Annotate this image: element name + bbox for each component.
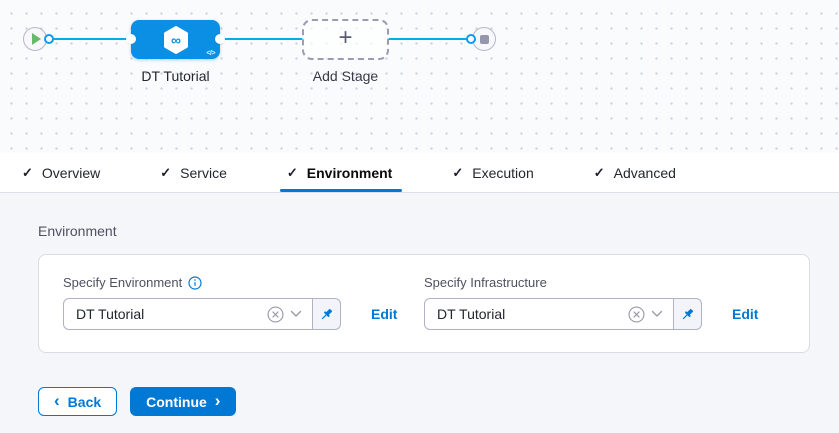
pipeline-canvas: ∞ </> DT Tutorial + Add Stage — [0, 0, 839, 153]
environment-select[interactable]: DT Tutorial — [63, 298, 313, 330]
add-stage-button[interactable]: + — [302, 19, 389, 60]
pin-icon — [319, 307, 334, 322]
environment-tab-panel: Environment Specify Environment DT Tutor… — [0, 193, 839, 433]
field-label: Specify Infrastructure — [424, 275, 547, 290]
add-stage-label: Add Stage — [294, 68, 397, 84]
tab-label: Execution — [472, 165, 533, 181]
chevron-right-icon: › — [215, 392, 221, 409]
connector-port — [215, 34, 225, 44]
field-specify-infrastructure: Specify Infrastructure DT Tutorial — [424, 275, 758, 330]
stage-tabbar: ✓ Overview ✓ Service ✓ Environment ✓ Exe… — [0, 153, 839, 193]
play-icon — [32, 33, 41, 45]
code-icon: </> — [206, 50, 215, 57]
svg-text:∞: ∞ — [171, 32, 181, 48]
info-icon[interactable] — [188, 276, 202, 290]
pin-button[interactable] — [673, 298, 702, 330]
harness-cd-hexagon-icon: ∞ — [160, 24, 192, 56]
continue-button[interactable]: Continue › — [130, 387, 236, 416]
connector-line — [388, 38, 472, 40]
stage-node-dt-tutorial[interactable]: ∞ </> — [131, 20, 220, 59]
connector-line — [220, 38, 303, 40]
clear-icon[interactable] — [628, 306, 645, 323]
footer-buttons: ‹ Back Continue › — [38, 387, 810, 416]
check-icon: ✓ — [594, 165, 605, 181]
back-button[interactable]: ‹ Back — [38, 387, 117, 416]
chevron-down-icon[interactable] — [290, 310, 302, 318]
clear-icon[interactable] — [267, 306, 284, 323]
tab-service[interactable]: ✓ Service — [160, 153, 227, 192]
check-icon: ✓ — [22, 165, 33, 181]
pin-icon — [680, 307, 695, 322]
tab-environment[interactable]: ✓ Environment — [287, 153, 392, 192]
connector-line — [49, 38, 131, 40]
check-icon: ✓ — [287, 165, 298, 181]
field-specify-environment: Specify Environment DT Tutorial — [63, 275, 424, 330]
infrastructure-select-value: DT Tutorial — [437, 306, 628, 322]
chevron-left-icon: ‹ — [54, 392, 60, 409]
plus-icon: + — [338, 26, 352, 50]
tab-label: Overview — [42, 165, 100, 181]
connector-port — [126, 34, 136, 44]
edit-infrastructure-link[interactable]: Edit — [732, 306, 758, 322]
environment-select-value: DT Tutorial — [76, 306, 267, 322]
chevron-down-icon[interactable] — [651, 310, 663, 318]
edit-environment-link[interactable]: Edit — [371, 306, 397, 322]
connector-port — [44, 34, 54, 44]
field-label: Specify Environment — [63, 275, 182, 290]
stop-icon — [480, 35, 489, 44]
check-icon: ✓ — [452, 165, 463, 181]
tab-label: Advanced — [614, 165, 676, 181]
tab-label: Environment — [307, 165, 393, 181]
tab-overview[interactable]: ✓ Overview — [22, 153, 100, 192]
stage-node-label: DT Tutorial — [119, 68, 232, 84]
environment-card: Specify Environment DT Tutorial — [38, 254, 810, 353]
infrastructure-select[interactable]: DT Tutorial — [424, 298, 674, 330]
tab-label: Service — [180, 165, 227, 181]
tab-execution[interactable]: ✓ Execution — [452, 153, 533, 192]
check-icon: ✓ — [160, 165, 171, 181]
pin-button[interactable] — [312, 298, 341, 330]
connector-port — [466, 34, 476, 44]
section-title: Environment — [38, 223, 810, 239]
tab-advanced[interactable]: ✓ Advanced — [594, 153, 676, 192]
